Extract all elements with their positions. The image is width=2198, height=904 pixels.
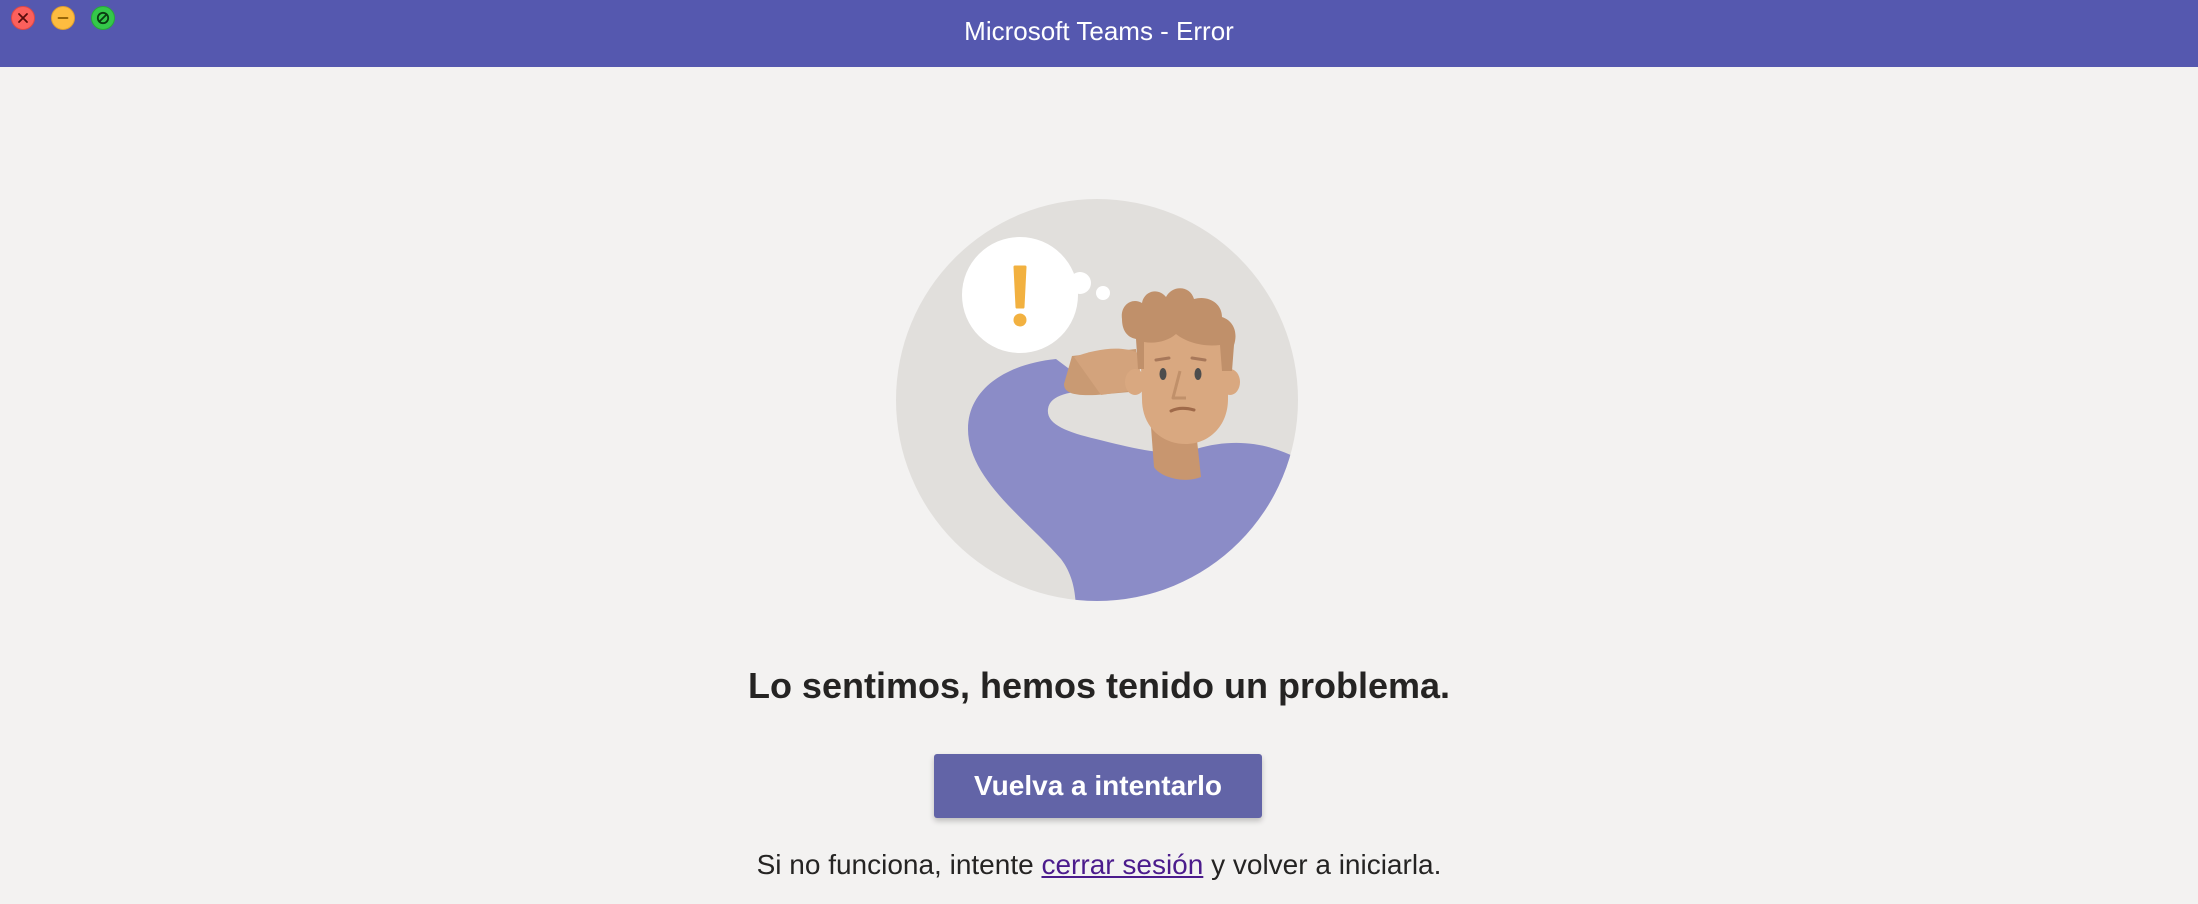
left-eye <box>1159 368 1167 380</box>
right-eye <box>1194 368 1202 380</box>
right-brow <box>1190 356 1207 362</box>
title-bar: Microsoft Teams - Error <box>0 0 2198 67</box>
hint-suffix: y volver a iniciarla. <box>1203 849 1442 880</box>
window-title: Microsoft Teams - Error <box>964 16 1234 46</box>
thought-dot-small <box>1096 286 1110 300</box>
error-heading: Lo sentimos, hemos tenido un problema. <box>747 665 1451 706</box>
retry-button[interactable]: Vuelva a intentarlo <box>934 754 1262 818</box>
left-brow <box>1154 356 1171 362</box>
hint-prefix: Si no funciona, intente <box>756 849 1042 880</box>
sign-out-link[interactable]: cerrar sesión <box>1041 849 1203 880</box>
error-page: Lo sentimos, hemos tenido un problema. V… <box>0 67 2198 904</box>
exclamation-icon <box>1013 265 1027 327</box>
error-illustration <box>896 199 1298 601</box>
thought-dot-large <box>1069 272 1091 294</box>
sign-out-hint: Si no funciona, intente cerrar sesión y … <box>0 849 2198 881</box>
